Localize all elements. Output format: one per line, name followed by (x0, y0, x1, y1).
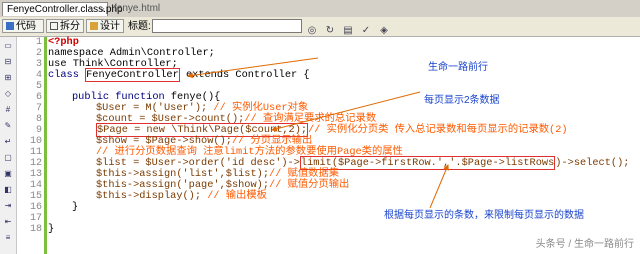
code-view-button[interactable]: 代码 (2, 19, 44, 33)
line-number: 5 (35, 81, 42, 92)
line-number: 14 (29, 180, 42, 191)
line-number: 10 (29, 136, 42, 147)
wrap-icon[interactable]: ↵ (3, 137, 13, 147)
tab-bar: FenyeController.class.php × fenye.html (0, 0, 640, 18)
coding-toolbar: ▭ ⊟ ⊞ ◇ # ✎ ↵ ▢ ▣ ◧ ⇥ ⇤ ≡ (0, 37, 17, 254)
refresh-icon[interactable]: ↻ (324, 25, 336, 37)
split-view-button[interactable]: 拆分 (46, 19, 84, 33)
line-number: 3 (35, 59, 42, 70)
check-icon[interactable]: ✓ (360, 25, 372, 37)
line-number: 11 (29, 147, 42, 158)
tab-label: FenyeController.class.php (7, 4, 123, 15)
design-view-button[interactable]: 设计 (86, 19, 124, 33)
class-name-highlight: FenyeController (85, 68, 180, 82)
snippet-icon[interactable]: ◧ (3, 185, 13, 195)
line-number: 15 (29, 191, 42, 202)
code-line-4: class FenyeController extends Controller… (48, 68, 310, 82)
code-line-15: $this->display(); // 输出模板 (96, 190, 267, 202)
close-icon[interactable]: × (100, 3, 105, 17)
format-icon[interactable]: ≡ (3, 233, 13, 243)
toolbar: 代码 拆分 设计 标题: ◎ ↻ ▤ ✓ ◈ (0, 17, 640, 37)
line-number: 17 (29, 213, 42, 224)
outdent-icon[interactable]: ⇤ (3, 217, 13, 227)
expand-icon[interactable]: ⊞ (3, 73, 13, 83)
tab-fenye-html[interactable]: fenye.html (110, 2, 160, 16)
fold-marker (44, 37, 47, 254)
tab-fenyecontroller[interactable]: FenyeController.class.php × (2, 2, 123, 17)
code-line-18: } (48, 223, 55, 235)
watermark: 头条号 / 生命一路前行 (535, 239, 634, 250)
line-number: 8 (35, 114, 42, 125)
tab-label: fenye.html (114, 3, 161, 14)
title-input[interactable] (152, 19, 302, 33)
annotation-author: 生命一路前行 (428, 62, 488, 73)
code-line-16: } (72, 201, 79, 213)
comment-icon[interactable]: ▢ (3, 153, 13, 163)
line-numbers-icon[interactable]: # (3, 105, 13, 115)
line-number: 9 (35, 125, 42, 136)
design-icon (90, 22, 98, 30)
collapse-icon[interactable]: ⊟ (3, 57, 13, 67)
annotation-limit: 根据每页显示的条数，来限制每页显示的数据 (384, 210, 584, 221)
line-number-gutter: 1 2 3 4 5 6 7 8 9 10 11 12 13 14 15 16 1… (17, 37, 44, 254)
line-number: 4 (35, 70, 42, 81)
title-label: 标题: (128, 21, 151, 32)
indent-icon[interactable]: ⇥ (3, 201, 13, 211)
annotation-per-page: 每页显示2条数据 (424, 95, 500, 106)
line-number: 16 (29, 202, 42, 213)
split-icon (50, 22, 58, 30)
line-number: 13 (29, 169, 42, 180)
code-icon (6, 22, 14, 30)
line-number: 12 (29, 158, 42, 169)
toolbar-icons: ◎ ↻ ▤ ✓ ◈ (306, 20, 396, 38)
line-number: 18 (29, 224, 42, 235)
line-number: 2 (35, 48, 42, 59)
globe-icon[interactable]: ◎ (306, 25, 318, 37)
options-icon[interactable]: ▤ (342, 25, 354, 37)
line-number: 6 (35, 92, 42, 103)
inspect-icon[interactable]: ◈ (378, 25, 390, 37)
line-number: 7 (35, 103, 42, 114)
select-tag-icon[interactable]: ◇ (3, 89, 13, 99)
highlight-icon[interactable]: ✎ (3, 121, 13, 131)
uncomment-icon[interactable]: ▣ (3, 169, 13, 179)
line-number: 1 (35, 37, 42, 48)
open-document-icon[interactable]: ▭ (3, 41, 13, 51)
